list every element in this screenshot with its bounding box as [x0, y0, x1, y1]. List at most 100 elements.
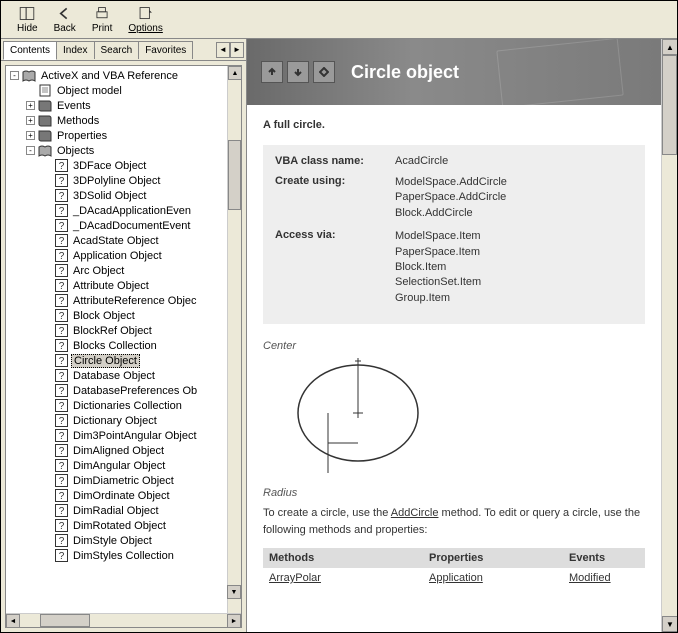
- tree-item[interactable]: ?DimDiametric Object: [6, 473, 227, 488]
- options-button[interactable]: Options: [120, 3, 170, 36]
- tree-item[interactable]: ?Dictionaries Collection: [6, 398, 227, 413]
- back-button[interactable]: Back: [46, 3, 84, 36]
- content-scroll-thumb[interactable]: [662, 55, 677, 155]
- tree-item[interactable]: ?_DAcadApplicationEven: [6, 203, 227, 218]
- tree-horizontal-scrollbar[interactable]: ◄ ►: [6, 613, 241, 627]
- tree-item-label[interactable]: _DAcadApplicationEven: [71, 205, 193, 217]
- tree-item-label[interactable]: DimAligned Object: [71, 445, 166, 457]
- scroll-up-button[interactable]: ▲: [228, 66, 242, 80]
- tree-item[interactable]: ?DatabasePreferences Ob: [6, 383, 227, 398]
- tree-item[interactable]: ?DimRadial Object: [6, 503, 227, 518]
- tree-item[interactable]: ?Arc Object: [6, 263, 227, 278]
- content-scroll-up-button[interactable]: ▲: [662, 39, 677, 55]
- event-link[interactable]: Modified: [569, 572, 611, 584]
- hscroll-right-button[interactable]: ►: [227, 614, 241, 628]
- tree-item-label[interactable]: Dictionary Object: [71, 415, 159, 427]
- tree-item[interactable]: ?DimStyles Collection: [6, 548, 227, 563]
- collapse-icon[interactable]: -: [10, 71, 19, 80]
- tree-item-label[interactable]: 3DSolid Object: [71, 190, 148, 202]
- tree-item[interactable]: ?Database Object: [6, 368, 227, 383]
- tree-item[interactable]: +Properties: [6, 128, 227, 143]
- tab-index[interactable]: Index: [56, 41, 94, 59]
- hscroll-track[interactable]: [20, 614, 227, 627]
- hscroll-left-button[interactable]: ◄: [6, 614, 20, 628]
- tree-item-label[interactable]: Events: [55, 100, 93, 112]
- expand-icon[interactable]: +: [26, 101, 35, 110]
- tree-item-label[interactable]: AcadState Object: [71, 235, 161, 247]
- tree-item[interactable]: - Objects: [6, 143, 227, 158]
- tree-item[interactable]: ?Circle Object: [6, 353, 227, 368]
- content-scroll-track[interactable]: [662, 55, 677, 616]
- collapse-icon[interactable]: -: [26, 146, 35, 155]
- tree-item[interactable]: ?DimRotated Object: [6, 518, 227, 533]
- tree-item-label[interactable]: Blocks Collection: [71, 340, 159, 352]
- tree-item[interactable]: - ActiveX and VBA Reference: [6, 68, 227, 83]
- tree-item[interactable]: ?3DPolyline Object: [6, 173, 227, 188]
- content-scroll-down-button[interactable]: ▼: [662, 616, 677, 632]
- tree-item[interactable]: ?Dictionary Object: [6, 413, 227, 428]
- tree-item[interactable]: ?AcadState Object: [6, 233, 227, 248]
- tree-item[interactable]: ?3DFace Object: [6, 158, 227, 173]
- tree-item-label[interactable]: AttributeReference Objec: [71, 295, 199, 307]
- tree-item[interactable]: ?DimAligned Object: [6, 443, 227, 458]
- tree-item-label[interactable]: Arc Object: [71, 265, 126, 277]
- tree-item-label[interactable]: Dictionaries Collection: [71, 400, 184, 412]
- tree-item[interactable]: ?_DAcadDocumentEvent: [6, 218, 227, 233]
- tree-item-label[interactable]: Dim3PointAngular Object: [71, 430, 199, 442]
- tree-item[interactable]: ?Application Object: [6, 248, 227, 263]
- tree-item[interactable]: ?DimStyle Object: [6, 533, 227, 548]
- tree-item-label[interactable]: DimRotated Object: [71, 520, 168, 532]
- tree-item[interactable]: Object model: [6, 83, 227, 98]
- tree-item[interactable]: ?Blocks Collection: [6, 338, 227, 353]
- tab-scroll-left[interactable]: ◄: [216, 42, 230, 58]
- property-link[interactable]: Application: [429, 572, 483, 584]
- tree-item[interactable]: ?AttributeReference Objec: [6, 293, 227, 308]
- addcircle-link[interactable]: AddCircle: [391, 507, 439, 519]
- tree-item-label[interactable]: Block Object: [71, 310, 137, 322]
- tree-item-label[interactable]: 3DFace Object: [71, 160, 148, 172]
- tree-item-label[interactable]: BlockRef Object: [71, 325, 154, 337]
- tree-item-label[interactable]: DimOrdinate Object: [71, 490, 172, 502]
- tree-item-label[interactable]: ActiveX and VBA Reference: [39, 70, 180, 82]
- tree-item-label[interactable]: DimAngular Object: [71, 460, 167, 472]
- tree-item-label[interactable]: DimStyles Collection: [71, 550, 176, 562]
- tree-item[interactable]: ?Attribute Object: [6, 278, 227, 293]
- content-vertical-scrollbar[interactable]: ▲ ▼: [661, 39, 677, 632]
- tab-scroll-right[interactable]: ►: [230, 42, 244, 58]
- method-link[interactable]: ArrayPolar: [269, 572, 321, 584]
- tree-item-label[interactable]: Methods: [55, 115, 101, 127]
- tree-item-label[interactable]: DimDiametric Object: [71, 475, 176, 487]
- tree-item-label[interactable]: Object model: [55, 85, 124, 97]
- tree-item-label[interactable]: DatabasePreferences Ob: [71, 385, 199, 397]
- banner-down-button[interactable]: [287, 61, 309, 83]
- tab-favorites[interactable]: Favorites: [138, 41, 193, 59]
- tree-item-label[interactable]: 3DPolyline Object: [71, 175, 162, 187]
- tab-search[interactable]: Search: [94, 41, 140, 59]
- hscroll-thumb[interactable]: [40, 614, 90, 627]
- tree-item-label[interactable]: Application Object: [71, 250, 164, 262]
- tree-item-label[interactable]: Attribute Object: [71, 280, 151, 292]
- banner-diamond-button[interactable]: [313, 61, 335, 83]
- scroll-down-button[interactable]: ▼: [227, 585, 241, 599]
- tree-item-label[interactable]: Circle Object: [71, 354, 140, 368]
- tree-item-label[interactable]: Objects: [55, 145, 96, 157]
- tree-item-label[interactable]: _DAcadDocumentEvent: [71, 220, 192, 232]
- tree-item[interactable]: ?BlockRef Object: [6, 323, 227, 338]
- scroll-track[interactable]: [228, 80, 241, 599]
- scroll-thumb[interactable]: [228, 140, 241, 210]
- tree-item[interactable]: +Methods: [6, 113, 227, 128]
- tree-item[interactable]: ?Dim3PointAngular Object: [6, 428, 227, 443]
- tree-item-label[interactable]: Properties: [55, 130, 109, 142]
- tree-item[interactable]: ?DimOrdinate Object: [6, 488, 227, 503]
- print-button[interactable]: Print: [84, 3, 121, 36]
- tree-item-label[interactable]: DimRadial Object: [71, 505, 161, 517]
- tree-item-label[interactable]: DimStyle Object: [71, 535, 154, 547]
- tree-vertical-scrollbar[interactable]: ▲ ▼: [227, 66, 241, 613]
- tree-item[interactable]: ?DimAngular Object: [6, 458, 227, 473]
- contents-tree[interactable]: - ActiveX and VBA Reference Object model + E…: [6, 66, 227, 613]
- tree-item-label[interactable]: Database Object: [71, 370, 157, 382]
- tree-item[interactable]: ?3DSolid Object: [6, 188, 227, 203]
- tab-contents[interactable]: Contents: [3, 41, 57, 60]
- banner-up-button[interactable]: [261, 61, 283, 83]
- tree-item[interactable]: + Events: [6, 98, 227, 113]
